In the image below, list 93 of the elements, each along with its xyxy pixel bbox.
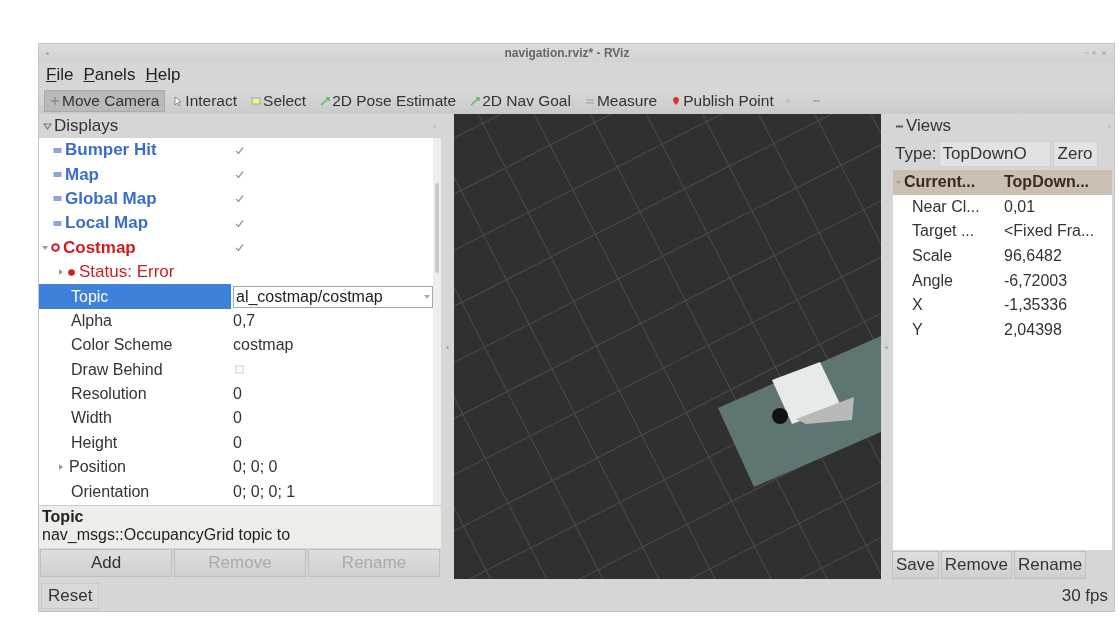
property-value: 0 bbox=[233, 409, 242, 428]
panel-button[interactable]: Remove bbox=[940, 551, 1013, 579]
property-value: costmap bbox=[233, 336, 294, 355]
menu-item[interactable]: File bbox=[46, 65, 74, 85]
property-value: -1,35336 bbox=[1003, 296, 1069, 315]
property-name[interactable]: Orientation bbox=[69, 482, 152, 501]
property-value: <Fixed Fra... bbox=[1003, 222, 1096, 241]
checkbox-icon[interactable] bbox=[235, 365, 244, 375]
layer-icon bbox=[53, 194, 62, 204]
property-name[interactable]: X bbox=[912, 296, 923, 315]
property-name[interactable]: Draw Behind bbox=[69, 360, 165, 379]
property-name[interactable]: Color Scheme bbox=[69, 336, 175, 355]
property-value: 0 bbox=[233, 433, 242, 452]
tool-button[interactable]: 2D Nav Goal bbox=[464, 90, 577, 112]
property-name[interactable]: Topic bbox=[69, 287, 111, 306]
fps-counter: 30 fps bbox=[1061, 586, 1108, 606]
layer-icon bbox=[53, 218, 62, 228]
tool-button[interactable]: 2D Pose Estimate bbox=[314, 90, 463, 112]
display-name[interactable]: Map bbox=[65, 164, 99, 185]
error-icon bbox=[67, 267, 76, 277]
property-value: -6,72003 bbox=[1003, 271, 1069, 290]
property-value: 0; 0; 0; 1 bbox=[233, 482, 296, 501]
property-value: 0,7 bbox=[233, 311, 256, 330]
reset-button[interactable]: Reset bbox=[41, 583, 100, 609]
panel-button[interactable]: Rename bbox=[1014, 551, 1087, 579]
property-value: 0 bbox=[233, 385, 242, 404]
ruler-icon bbox=[584, 96, 595, 106]
topic-dropdown[interactable]: al_costmap/costmap bbox=[233, 285, 433, 308]
scrollbar-thumb[interactable] bbox=[433, 183, 441, 273]
panel-close-icon[interactable] bbox=[1107, 123, 1112, 129]
splitter-handle-icon[interactable] bbox=[884, 345, 888, 349]
error-icon bbox=[51, 243, 60, 253]
property-name[interactable]: Position bbox=[67, 458, 128, 477]
checkbox-checked-icon[interactable] bbox=[235, 145, 244, 155]
tool-button[interactable]: Move Camera bbox=[44, 90, 166, 112]
property-name[interactable]: Resolution bbox=[69, 385, 149, 404]
panel-collapse-icon[interactable] bbox=[43, 121, 52, 131]
dropdown-arrow-icon[interactable] bbox=[424, 293, 430, 300]
cursor-icon bbox=[173, 96, 184, 106]
panel-close-icon[interactable] bbox=[432, 123, 437, 129]
arrow-icon bbox=[320, 96, 331, 106]
tool-button[interactable]: Interact bbox=[167, 90, 244, 112]
select-icon bbox=[251, 96, 262, 106]
panel-button[interactable]: Save bbox=[892, 551, 939, 579]
property-name[interactable]: Current... bbox=[904, 173, 976, 192]
display-name[interactable]: Global Map bbox=[65, 188, 157, 209]
property-name[interactable]: Y bbox=[912, 320, 923, 339]
description-text: nav_msgs::OccupancyGrid topic to bbox=[42, 526, 291, 543]
display-name[interactable]: Costmap bbox=[63, 237, 136, 258]
property-value: 2,04398 bbox=[1003, 320, 1063, 339]
description-title: Topic bbox=[42, 508, 85, 526]
property-name[interactable]: Target ... bbox=[912, 222, 975, 241]
property-name[interactable]: Near Cl... bbox=[912, 197, 980, 216]
collapse-arrow-icon[interactable] bbox=[896, 179, 901, 185]
arrow-icon bbox=[470, 96, 481, 106]
status-label[interactable]: Status: Error bbox=[79, 262, 175, 283]
menu-item[interactable]: Help bbox=[145, 65, 181, 85]
checkbox-checked-icon[interactable] bbox=[235, 218, 244, 228]
expand-arrow-icon[interactable] bbox=[58, 269, 64, 276]
property-name[interactable]: Height bbox=[69, 433, 120, 452]
window-controls-icon[interactable] bbox=[1084, 50, 1108, 56]
property-value: 96,6482 bbox=[1003, 247, 1063, 266]
tool-button[interactable]: Measure bbox=[578, 90, 664, 112]
type-label: Type: bbox=[895, 144, 937, 164]
checkbox-checked-icon[interactable] bbox=[235, 170, 244, 180]
expand-arrow-icon[interactable] bbox=[58, 464, 64, 471]
property-value: 0,01 bbox=[1003, 197, 1037, 216]
panel-title: Views bbox=[906, 116, 952, 136]
pin-icon bbox=[671, 96, 682, 106]
property-value: 0; 0; 0 bbox=[233, 458, 278, 477]
collapse-arrow-icon[interactable] bbox=[42, 244, 48, 251]
property-name[interactable]: Alpha bbox=[69, 311, 114, 330]
window-menu-icon[interactable] bbox=[45, 50, 50, 56]
zero-button[interactable]: Zero bbox=[1052, 141, 1098, 167]
menu-item[interactable]: Panels bbox=[83, 65, 136, 85]
property-name[interactable]: Scale bbox=[912, 247, 953, 266]
layer-icon bbox=[53, 170, 62, 180]
splitter-handle-icon[interactable] bbox=[446, 345, 449, 349]
display-name[interactable]: Local Map bbox=[65, 213, 149, 234]
property-name[interactable]: Width bbox=[69, 409, 114, 428]
panel-button[interactable]: Add bbox=[40, 549, 172, 577]
move-icon bbox=[50, 96, 60, 106]
property-name[interactable]: Angle bbox=[912, 271, 953, 290]
display-name[interactable]: Bumper Hit bbox=[65, 140, 157, 161]
tool-button[interactable]: Publish Point bbox=[665, 90, 780, 112]
view-type-dropdown[interactable]: TopDownO bbox=[938, 141, 1051, 167]
panel-title: Displays bbox=[54, 116, 119, 136]
tool-button[interactable]: Select bbox=[245, 90, 313, 112]
checkbox-checked-icon[interactable] bbox=[235, 194, 244, 204]
checkbox-checked-icon[interactable] bbox=[235, 243, 244, 253]
layer-icon bbox=[53, 145, 62, 155]
property-value: TopDown... bbox=[1003, 173, 1090, 192]
window-title: navigation.rviz* - RViz bbox=[504, 46, 630, 60]
